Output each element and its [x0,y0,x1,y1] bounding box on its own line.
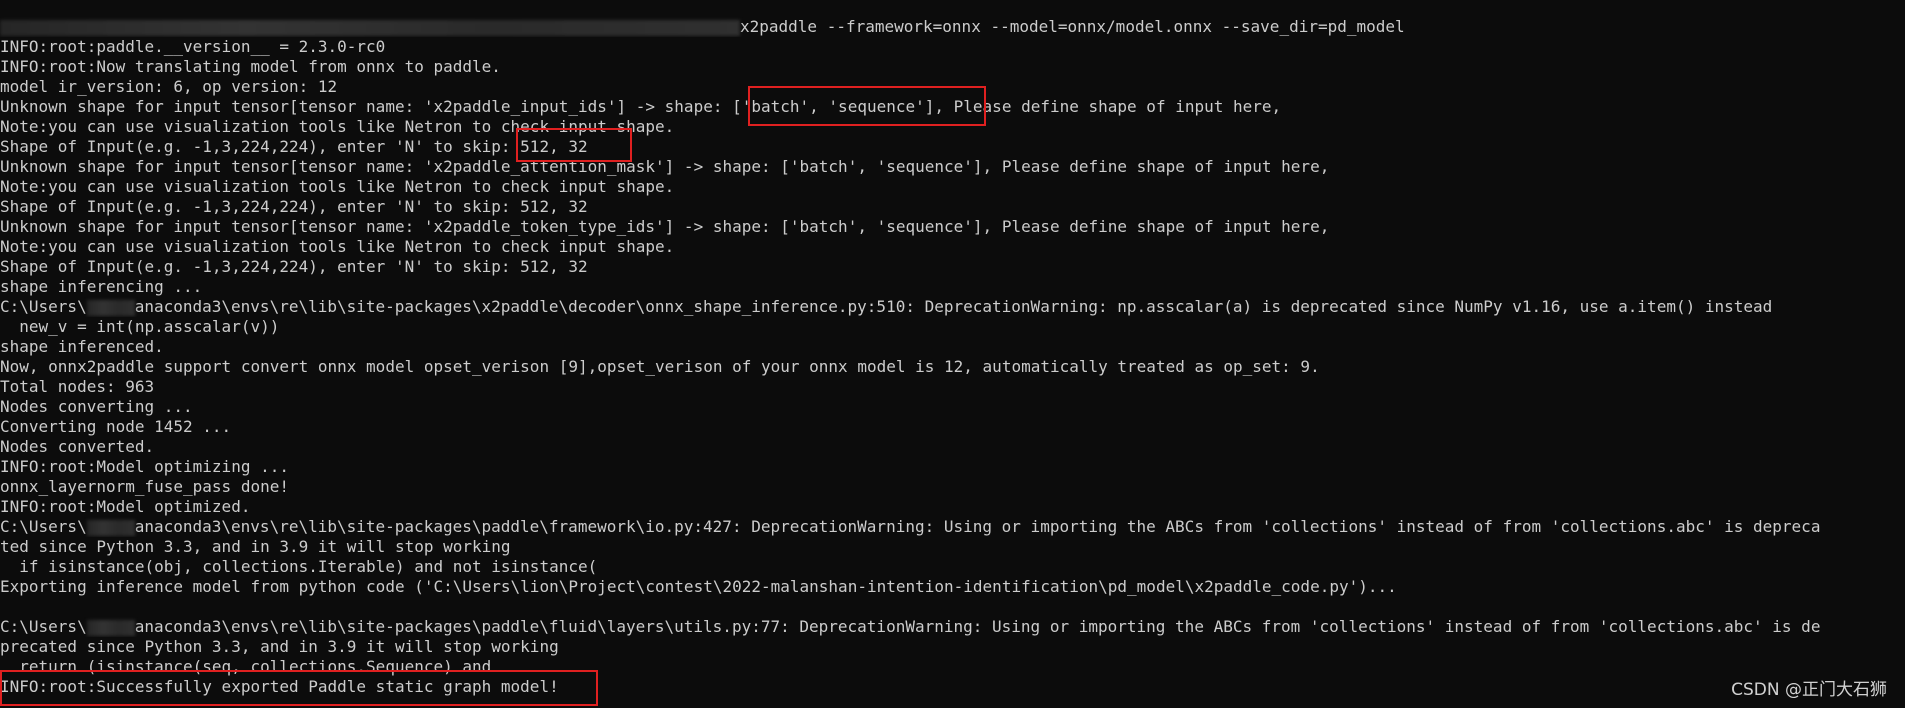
output-line: model ir_version: 6, op version: 12 [0,77,338,96]
redacted-prompt-path [0,19,740,36]
output-line: shape inferencing ... [0,277,203,296]
output-line: Converting node 1452 ... [0,417,232,436]
output-line: INFO:root:Now translating model from onn… [0,57,501,76]
warning-line: C:\Users\ anaconda3\envs\re\lib\site-pack… [0,517,1905,537]
output-line: Now, onnx2paddle support convert onnx mo… [0,357,1320,376]
redacted-username [86,519,135,536]
watermark-text: CSDN @正门大石狮 [1731,680,1887,700]
output-line: Total nodes: 963 [0,377,155,396]
path-prefix: C:\Users\ [0,297,87,316]
output-line: Shape of Input(e.g. -1,3,224,224), enter… [0,257,588,276]
output-line: Note:you can use visualization tools lik… [0,117,675,136]
output-line: Nodes converted. [0,437,155,456]
output-line: onnx_layernorm_fuse_pass done! [0,477,289,496]
output-line: Unknown shape for input tensor[tensor na… [0,97,1282,116]
command-line: x2paddle --framework=onnx --model=onnx/m… [0,17,1905,37]
output-line: return (isinstance(seq, collections.Sequ… [0,657,492,676]
output-line: Note:you can use visualization tools lik… [0,177,675,196]
output-line: shape inferenced. [0,337,164,356]
path-prefix: C:\Users\ [0,617,87,636]
output-line: Shape of Input(e.g. -1,3,224,224), enter… [0,137,588,156]
output-line: if isinstance(obj, collections.Iterable)… [0,557,598,576]
redacted-username [86,299,135,316]
warning-line: C:\Users\ anaconda3\envs\re\lib\site-pack… [0,297,1905,317]
terminal-window[interactable]: x2paddle --framework=onnx --model=onnx/m… [0,0,1905,708]
output-line: new_v = int(np.asscalar(v)) [0,317,280,336]
output-line: ted since Python 3.3, and in 3.9 it will… [0,537,511,556]
output-line: Nodes converting ... [0,397,193,416]
output-line: Unknown shape for input tensor[tensor na… [0,157,1330,176]
output-line: INFO:root:paddle.__version__ = 2.3.0-rc0 [0,37,386,56]
output-line: Unknown shape for input tensor[tensor na… [0,217,1330,236]
success-line: INFO:root:Successfully exported Paddle s… [0,677,559,696]
warning-text: anaconda3\envs\re\lib\site-packages\padd… [134,617,1821,636]
output-line: Note:you can use visualization tools lik… [0,237,675,256]
output-line: precated since Python 3.3, and in 3.9 it… [0,637,559,656]
redacted-username [86,619,135,636]
warning-text: anaconda3\envs\re\lib\site-packages\x2pa… [134,297,1773,316]
path-prefix: C:\Users\ [0,517,87,536]
output-line: Shape of Input(e.g. -1,3,224,224), enter… [0,197,588,216]
output-line: Exporting inference model from python co… [0,577,1397,596]
command-text: x2paddle --framework=onnx --model=onnx/m… [740,17,1405,36]
output-line: INFO:root:Model optimizing ... [0,457,289,476]
output-line: INFO:root:Model optimized. [0,497,251,516]
warning-line: C:\Users\ anaconda3\envs\re\lib\site-pack… [0,617,1905,637]
warning-text: anaconda3\envs\re\lib\site-packages\padd… [134,517,1821,536]
